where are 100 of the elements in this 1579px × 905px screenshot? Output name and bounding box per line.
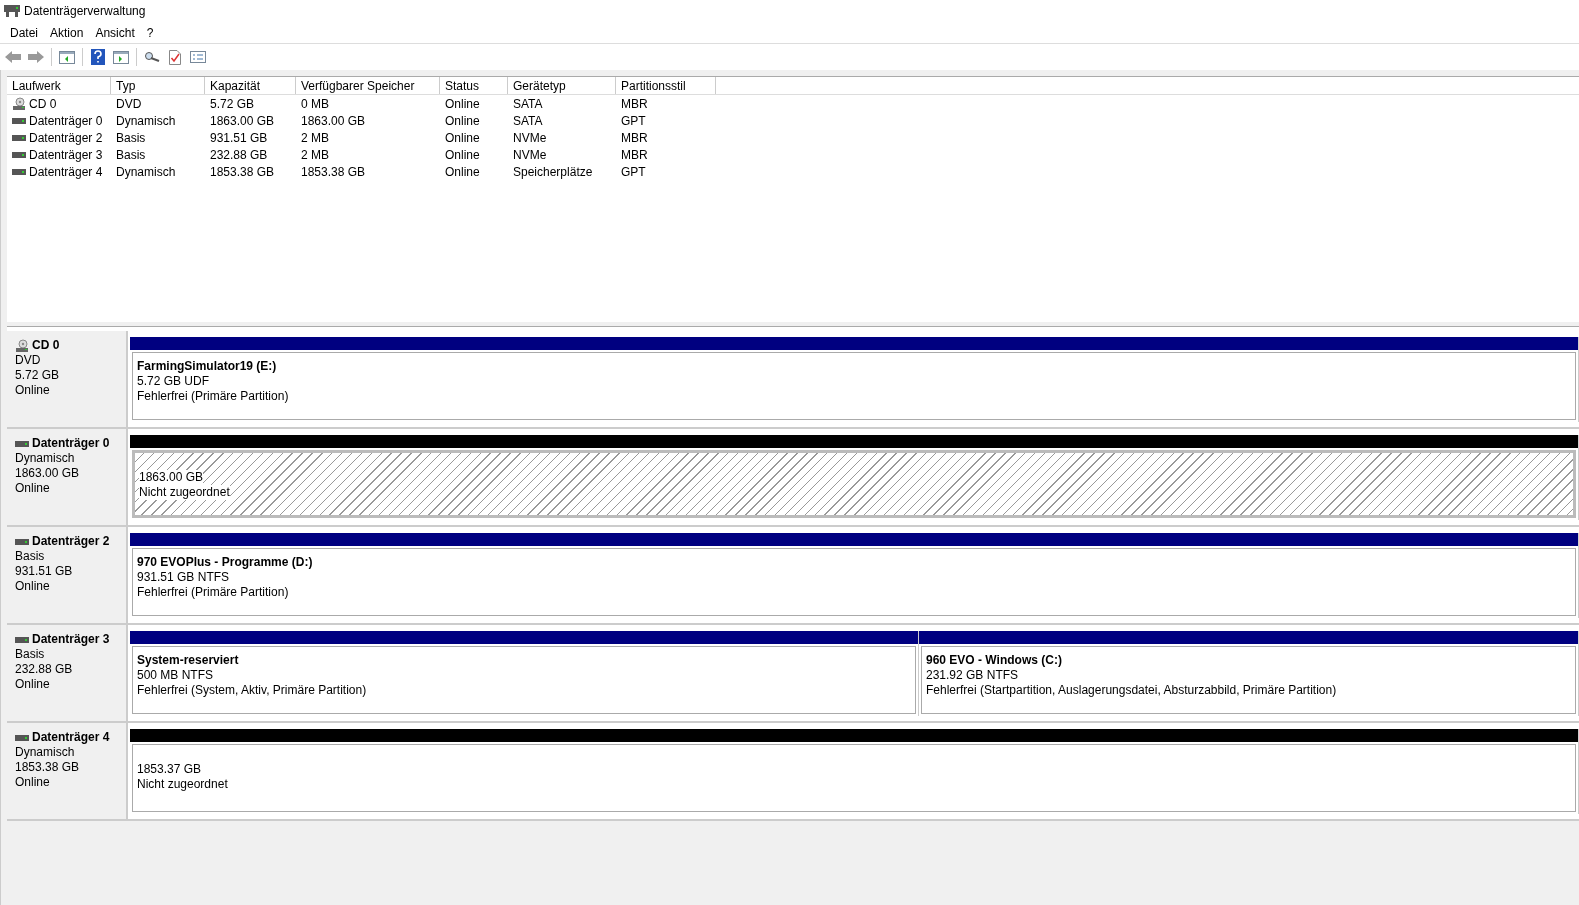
table-cell-text: Dynamisch <box>116 163 176 181</box>
table-cell-text: Online <box>445 146 480 164</box>
partition-title: 960 EVO - Windows (C:) <box>926 653 1062 668</box>
hard-drive-icon <box>12 117 26 124</box>
disk-name: Datenträger 0 <box>32 436 110 451</box>
table-cell-text: Speicherplätze <box>513 163 593 181</box>
disk-name: Datenträger 2 <box>32 534 110 549</box>
table-cell-text: Datenträger 4 <box>29 163 103 181</box>
disk-type: Basis <box>15 549 46 564</box>
table-cell-text: MBR <box>621 146 648 164</box>
partition-info: 931.51 GB NTFS <box>137 570 230 585</box>
table-cell-text: GPT <box>621 112 646 130</box>
hard-drive-icon <box>12 134 26 141</box>
partition-block[interactable]: 1863.00 GB Nicht zugeordnet <box>130 435 1579 520</box>
column-header[interactable]: Partitionsstil <box>616 77 716 94</box>
hard-drive-icon <box>12 168 26 175</box>
disk-status: Online <box>15 579 51 594</box>
table-cell-text: NVMe <box>513 129 547 147</box>
column-header[interactable]: Status <box>440 77 508 94</box>
disk-manager-icon <box>4 5 20 17</box>
panel-icon <box>59 50 75 64</box>
partition-block[interactable]: 970 EVOPlus - Programme (D:) 931.51 GB NTFS Fehlerfrei (Primäre Partition) <box>130 533 1579 618</box>
help-icon <box>91 49 105 65</box>
partition-block[interactable]: 960 EVO - Windows (C:) 231.92 GB NTFS Fehlerfrei (Startpartition, Auslagerungsdatei, Absturzabbild, Primäre Partition) <box>919 631 1579 716</box>
list-icon <box>190 51 206 63</box>
document-check-icon <box>169 49 181 65</box>
hard-drive-icon <box>12 151 26 158</box>
partition-block[interactable]: FarmingSimulator19 (E:) 5.72 GB UDF Fehlerfrei (Primäre Partition) <box>130 337 1579 422</box>
partition-info: Fehlerfrei (Primäre Partition) <box>137 585 289 600</box>
partition-info: Fehlerfrei (Startpartition, Auslagerungsdatei, Absturzabbild, Primäre Partition) <box>926 683 1337 698</box>
disk-size: 232.88 GB <box>15 662 74 677</box>
column-header[interactable]: Laufwerk <box>7 77 111 94</box>
disk-type: Dynamisch <box>15 451 76 466</box>
column-header[interactable]: Verfügbarer Speicher <box>296 77 440 94</box>
table-cell-text: 0 MB <box>301 95 329 113</box>
menu-item[interactable]: Ansicht <box>89 23 141 42</box>
table-cell-text: Online <box>445 163 480 181</box>
table-cell-text: DVD <box>116 95 142 113</box>
table-cell-text: Basis <box>116 129 146 147</box>
partition-info: 5.72 GB UDF <box>137 374 210 389</box>
partition-info: Nicht zugeordnet <box>137 777 228 792</box>
table-cell-text: CD 0 <box>29 95 57 113</box>
partition-info: Fehlerfrei (System, Aktiv, Primäre Partition) <box>137 683 367 698</box>
partition-info: Nicht zugeordnet <box>139 485 230 500</box>
disk-status: Online <box>15 677 51 692</box>
arrow-left-icon <box>5 51 21 63</box>
table-cell-text: 232.88 GB <box>210 146 268 164</box>
disk-status: Online <box>15 383 51 398</box>
table-cell-text: Online <box>445 129 480 147</box>
disk-name: Datenträger 3 <box>32 632 110 647</box>
table-cell-text: SATA <box>513 95 543 113</box>
partition-block[interactable]: System-reserviert 500 MB NTFS Fehlerfrei (System, Aktiv, Primäre Partition) <box>130 631 919 716</box>
magnifier-icon <box>144 51 160 63</box>
partition-info: 1863.00 GB <box>139 470 204 485</box>
table-cell-text: Datenträger 3 <box>29 146 103 164</box>
partition-info: Fehlerfrei (Primäre Partition) <box>137 389 289 404</box>
table-cell-text: SATA <box>513 112 543 130</box>
table-cell-text: MBR <box>621 95 648 113</box>
disk-type: DVD <box>15 353 42 368</box>
window-title: Datenträgerverwaltung <box>24 3 146 20</box>
table-cell-text: 931.51 GB <box>210 129 268 147</box>
menu-item[interactable]: Aktion <box>44 23 90 42</box>
disk-size: 5.72 GB <box>15 368 61 383</box>
table-cell-text: Online <box>445 95 480 113</box>
arrow-right-icon <box>28 51 44 63</box>
column-header[interactable]: Typ <box>111 77 205 94</box>
column-header[interactable]: Kapazität <box>205 77 296 94</box>
disk-size: 1863.00 GB <box>15 466 81 481</box>
table-cell-text: Basis <box>116 146 146 164</box>
optical-drive-icon <box>12 96 26 111</box>
partition-title: 970 EVOPlus - Programme (D:) <box>137 555 313 570</box>
hard-drive-icon <box>15 636 29 643</box>
disk-type: Dynamisch <box>15 745 76 760</box>
table-cell-text: Datenträger 0 <box>29 112 103 130</box>
table-cell-text: 2 MB <box>301 129 329 147</box>
panel-icon <box>113 50 129 64</box>
menu-item[interactable]: Datei <box>4 23 44 42</box>
hard-drive-icon <box>15 538 29 545</box>
table-cell-text: MBR <box>621 129 648 147</box>
disk-name: Datenträger 4 <box>32 730 110 745</box>
table-cell-text: Datenträger 2 <box>29 129 103 147</box>
table-cell-text: NVMe <box>513 146 547 164</box>
partition-title: System-reserviert <box>137 653 239 668</box>
table-cell-text: 2 MB <box>301 146 329 164</box>
disk-status: Online <box>15 481 51 496</box>
menu-item[interactable]: ? <box>140 23 160 42</box>
partition-block[interactable]: 1853.37 GB Nicht zugeordnet <box>130 729 1579 814</box>
disk-type: Basis <box>15 647 46 662</box>
table-cell-text: 1853.38 GB <box>301 163 366 181</box>
table-cell-text: GPT <box>621 163 646 181</box>
column-header[interactable]: Gerätetyp <box>508 77 616 94</box>
table-cell-text: Online <box>445 112 480 130</box>
disk-status: Online <box>15 775 51 790</box>
partition-info: 500 MB NTFS <box>137 668 214 683</box>
table-cell-text: 1853.38 GB <box>210 163 275 181</box>
table-cell-text: 1863.00 GB <box>210 112 275 130</box>
partition-info: 231.92 GB NTFS <box>926 668 1019 683</box>
hard-drive-icon <box>15 440 29 447</box>
disk-size: 1853.38 GB <box>15 760 81 775</box>
table-cell-text: Dynamisch <box>116 112 176 130</box>
